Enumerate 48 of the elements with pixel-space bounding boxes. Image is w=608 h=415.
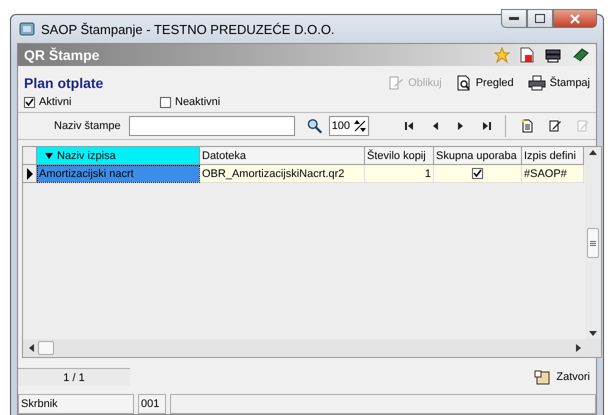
edit-document-icon[interactable] (548, 119, 562, 133)
printer-icon (528, 75, 546, 91)
scroll-up-icon[interactable] (589, 150, 597, 155)
window-title: SAOP Štampanje - TESTNO PREDUZEĆE D.O.O. (41, 22, 336, 36)
close-icon[interactable] (553, 9, 597, 28)
column-header[interactable]: Naziv izpisa (37, 147, 200, 165)
scroll-right-icon[interactable] (576, 344, 581, 352)
table-cell: 1 (365, 165, 434, 183)
checkbox-label: Aktivni (39, 96, 72, 108)
zoom-field[interactable]: 100 (328, 116, 370, 136)
column-header[interactable]: Datoteka (200, 147, 365, 165)
new-document-icon[interactable] (520, 119, 534, 133)
column-header[interactable]: Skupna uporaba (434, 147, 522, 165)
page-indicator: 1 / 1 (18, 368, 130, 386)
scroll-left-icon[interactable] (29, 344, 34, 352)
field-label: Naziv štampe (54, 120, 121, 132)
status-field: 001 (138, 394, 166, 414)
spin-icon[interactable] (354, 119, 366, 133)
section-title: Plan otplate (24, 75, 104, 91)
column-header[interactable]: Izpis defini (522, 147, 584, 165)
checkbox[interactable] (160, 96, 171, 108)
table-cell: Amortizacijski nacrt (37, 165, 200, 183)
maximize-icon[interactable] (527, 9, 553, 28)
printer-stack-icon[interactable] (544, 47, 562, 63)
star-icon[interactable] (494, 47, 510, 63)
first-record-icon[interactable] (403, 120, 416, 132)
input-field[interactable] (128, 116, 296, 136)
table-cell: OBR_AmortizacijskiNacrt.qr2 (200, 165, 365, 183)
minimize-icon[interactable] (501, 9, 527, 28)
pencil-document-icon (388, 75, 404, 91)
search-icon[interactable] (307, 118, 323, 134)
panel-title: QR Štampe (24, 47, 100, 63)
checkbox[interactable] (472, 168, 483, 179)
checkbox-label: Neaktivni (175, 96, 220, 108)
print-button[interactable]: Štampaj (528, 75, 590, 91)
checkbox[interactable] (24, 96, 35, 108)
last-record-icon[interactable] (481, 120, 494, 132)
scrollbar-thumb[interactable] (587, 228, 599, 258)
close-button[interactable]: Zatvori (534, 369, 590, 385)
table-cell: #SAOP# (522, 165, 584, 183)
app-icon (19, 21, 35, 37)
preview-button[interactable]: Pregled (456, 75, 514, 91)
scrollbar-thumb[interactable] (38, 341, 54, 355)
document-delete-icon[interactable] (520, 47, 534, 63)
preview-icon (456, 75, 472, 91)
scroll-down-icon[interactable] (589, 331, 597, 336)
column-header[interactable]: Število kopij (365, 147, 434, 165)
status-field: Skrbnik (18, 394, 134, 414)
